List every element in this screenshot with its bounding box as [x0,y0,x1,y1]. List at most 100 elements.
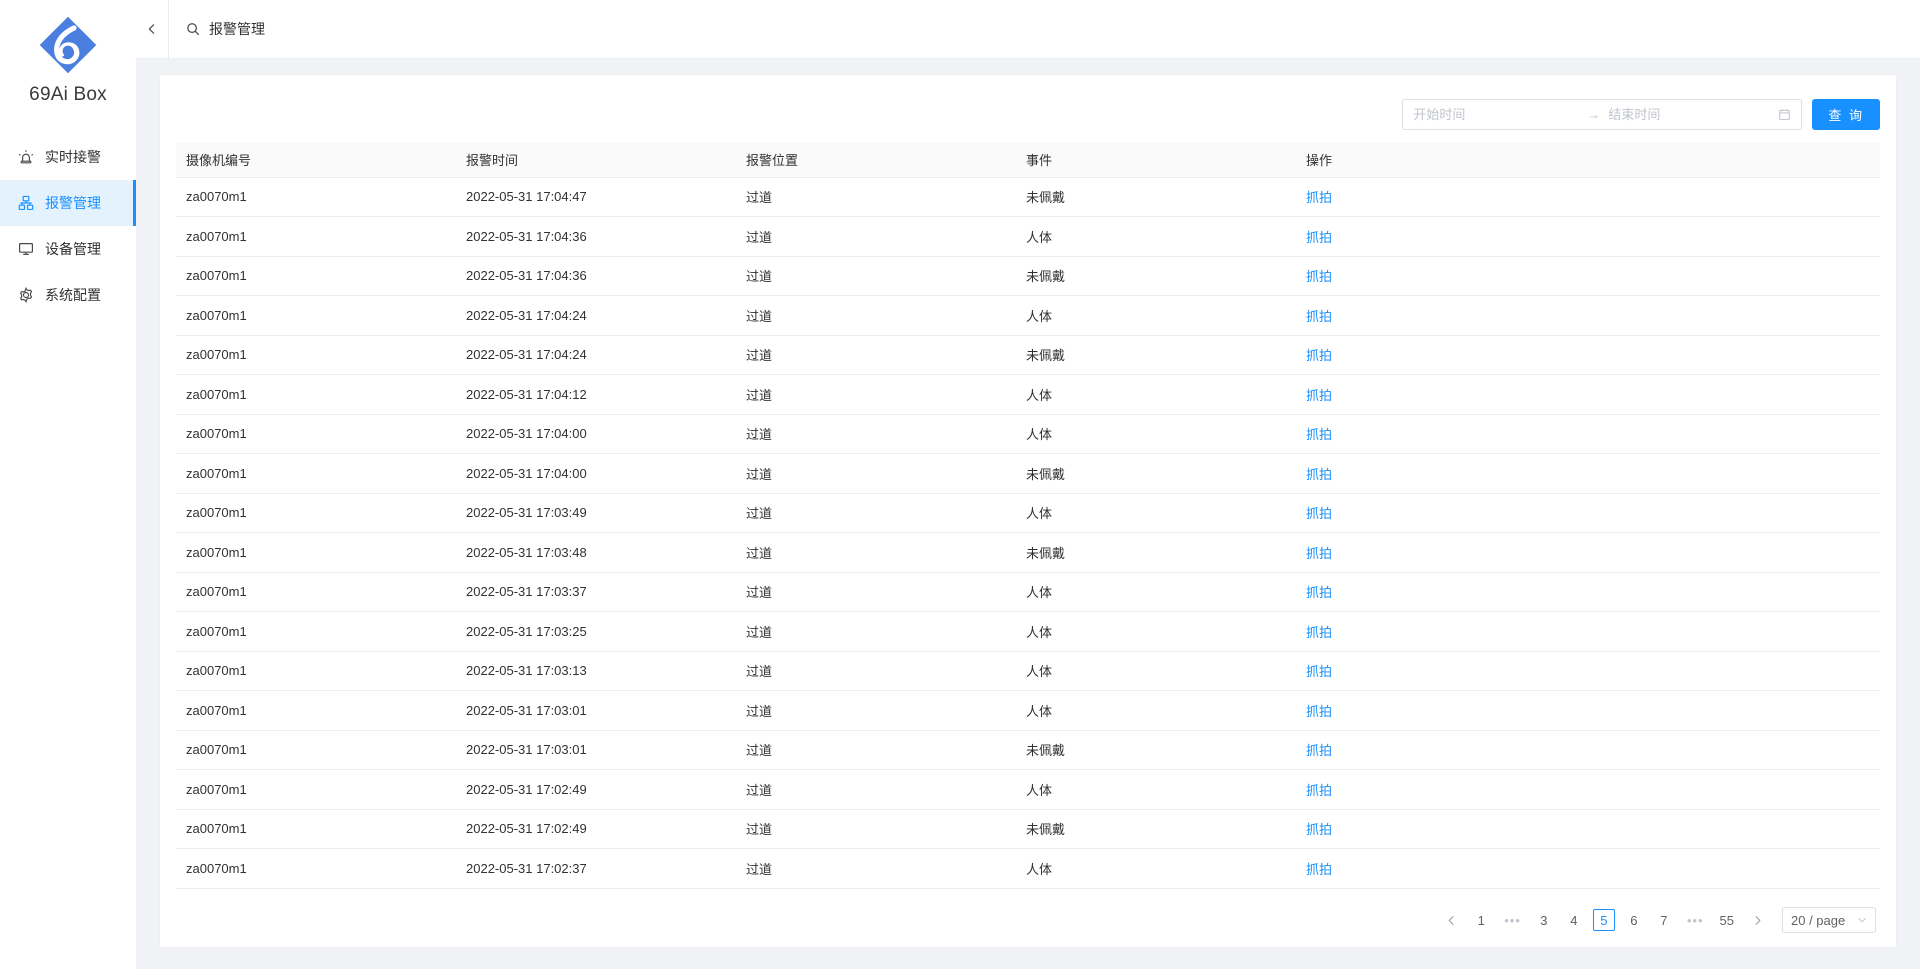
sidebar-item-realtime-alarm[interactable]: 实时接警 [0,134,136,180]
cell-camera: za0070m1 [176,703,456,718]
cell-action: 抓拍 [1296,780,1880,799]
table-row: za0070m12022-05-31 17:03:48过道未佩戴抓拍 [176,533,1880,573]
end-time-input[interactable] [1608,100,1774,129]
cell-event: 未佩戴 [1016,345,1296,364]
cell-camera: za0070m1 [176,229,456,244]
cell-event: 人体 [1016,701,1296,720]
cell-location: 过道 [736,543,1016,562]
table-row: za0070m12022-05-31 17:04:36过道人体抓拍 [176,217,1880,257]
cell-time: 2022-05-31 17:03:01 [456,742,736,757]
cell-camera: za0070m1 [176,624,456,639]
chevron-down-icon [1857,915,1867,925]
cell-camera: za0070m1 [176,308,456,323]
cell-event: 未佩戴 [1016,819,1296,838]
cell-time: 2022-05-31 17:03:13 [456,663,736,678]
cell-time: 2022-05-31 17:04:00 [456,426,736,441]
cell-action: 抓拍 [1296,740,1880,759]
cell-action: 抓拍 [1296,701,1880,720]
sidebar-item-alarm-management[interactable]: 报警管理 [0,180,136,226]
cell-action: 抓拍 [1296,424,1880,443]
table-row: za0070m12022-05-31 17:03:49过道人体抓拍 [176,494,1880,534]
table-row: za0070m12022-05-31 17:02:37过道未佩戴抓拍 [176,889,1880,893]
pagination-page-4[interactable]: 4 [1563,909,1585,931]
date-range-picker[interactable]: → [1402,99,1802,130]
snapshot-link[interactable]: 抓拍 [1306,190,1332,205]
cell-action: 抓拍 [1296,187,1880,206]
cell-location: 过道 [736,503,1016,522]
snapshot-link[interactable]: 抓拍 [1306,822,1332,837]
snapshot-link[interactable]: 抓拍 [1306,506,1332,521]
cell-action: 抓拍 [1296,543,1880,562]
pagination-page-6[interactable]: 6 [1623,909,1645,931]
cell-location: 过道 [736,187,1016,206]
snapshot-link[interactable]: 抓拍 [1306,467,1332,482]
cell-location: 过道 [736,385,1016,404]
query-button[interactable]: 查 询 [1812,99,1880,130]
cell-action: 抓拍 [1296,503,1880,522]
snapshot-link[interactable]: 抓拍 [1306,862,1332,877]
column-header-event: 事件 [1016,150,1296,169]
pagination-page-3[interactable]: 3 [1533,909,1555,931]
sidebar-item-device-management[interactable]: 设备管理 [0,226,136,272]
cell-time: 2022-05-31 17:03:48 [456,545,736,560]
page-size-select[interactable]: 20 / page [1782,907,1876,933]
snapshot-link[interactable]: 抓拍 [1306,585,1332,600]
cell-action: 抓拍 [1296,661,1880,680]
breadcrumb-current: 报警管理 [209,19,265,39]
cell-camera: za0070m1 [176,268,456,283]
cell-time: 2022-05-31 17:04:24 [456,347,736,362]
cell-action: 抓拍 [1296,859,1880,878]
table-body[interactable]: za0070m12022-05-31 17:04:47过道未佩戴抓拍za0070… [176,178,1880,893]
main-area: 报警管理 → [136,0,1920,969]
table-row: za0070m12022-05-31 17:03:13过道人体抓拍 [176,652,1880,692]
cell-event: 未佩戴 [1016,464,1296,483]
pagination-page-5[interactable]: 5 [1593,909,1615,931]
snapshot-link[interactable]: 抓拍 [1306,625,1332,640]
snapshot-link[interactable]: 抓拍 [1306,269,1332,284]
column-header-camera: 摄像机编号 [176,150,456,169]
pagination-prev-button[interactable] [1440,909,1462,931]
cell-event: 人体 [1016,306,1296,325]
pagination-page-1[interactable]: 1 [1470,909,1492,931]
sidebar: 69Ai Box 实时接警 [0,0,136,969]
cell-event: 人体 [1016,503,1296,522]
gear-icon [18,287,34,303]
snapshot-link[interactable]: 抓拍 [1306,348,1332,363]
cell-camera: za0070m1 [176,189,456,204]
snapshot-link[interactable]: 抓拍 [1306,783,1332,798]
start-time-input[interactable] [1413,100,1579,129]
cell-time: 2022-05-31 17:02:49 [456,821,736,836]
cell-location: 过道 [736,424,1016,443]
cell-camera: za0070m1 [176,347,456,362]
pagination-next-button[interactable] [1746,909,1768,931]
pagination-page-7[interactable]: 7 [1653,909,1675,931]
cell-action: 抓拍 [1296,464,1880,483]
cell-camera: za0070m1 [176,466,456,481]
pagination: 1•••34567•••55 20 / page [176,893,1880,947]
column-header-action: 操作 [1296,150,1869,169]
sidebar-item-system-config[interactable]: 系统配置 [0,272,136,318]
search-icon [186,22,200,36]
snapshot-link[interactable]: 抓拍 [1306,704,1332,719]
pagination-ellipsis: ••• [1500,909,1525,931]
cell-time: 2022-05-31 17:03:01 [456,703,736,718]
snapshot-link[interactable]: 抓拍 [1306,546,1332,561]
cell-action: 抓拍 [1296,582,1880,601]
table-row: za0070m12022-05-31 17:04:00过道未佩戴抓拍 [176,454,1880,494]
cell-location: 过道 [736,819,1016,838]
snapshot-link[interactable]: 抓拍 [1306,230,1332,245]
snapshot-link[interactable]: 抓拍 [1306,309,1332,324]
snapshot-link[interactable]: 抓拍 [1306,388,1332,403]
snapshot-link[interactable]: 抓拍 [1306,427,1332,442]
table-row: za0070m12022-05-31 17:04:36过道未佩戴抓拍 [176,257,1880,297]
cell-action: 抓拍 [1296,819,1880,838]
cell-time: 2022-05-31 17:04:00 [456,466,736,481]
cell-action: 抓拍 [1296,622,1880,641]
snapshot-link[interactable]: 抓拍 [1306,743,1332,758]
table-row: za0070m12022-05-31 17:04:00过道人体抓拍 [176,415,1880,455]
cell-event: 人体 [1016,582,1296,601]
pagination-page-55[interactable]: 55 [1716,909,1738,931]
sidebar-collapse-button[interactable] [136,0,168,59]
snapshot-link[interactable]: 抓拍 [1306,664,1332,679]
cell-action: 抓拍 [1296,345,1880,364]
